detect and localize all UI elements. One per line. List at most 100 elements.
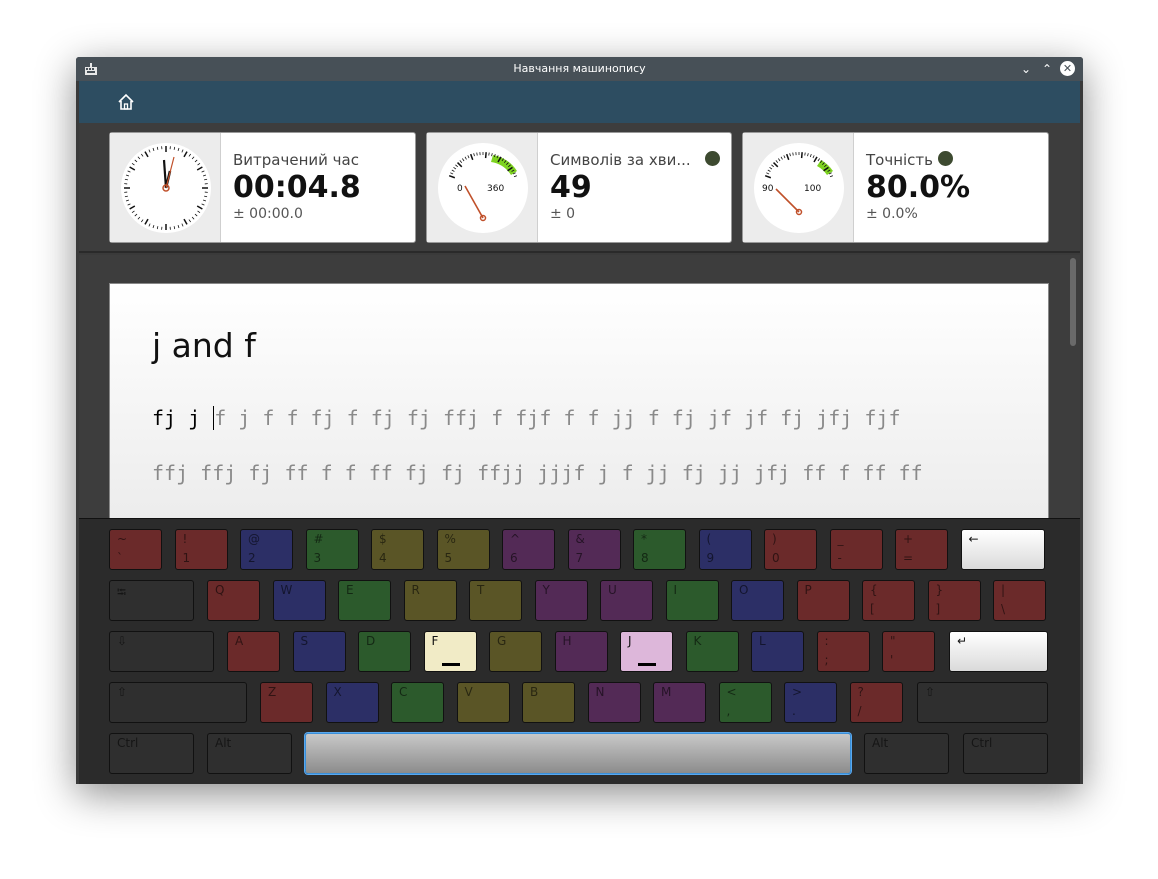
key-label: L	[759, 634, 766, 648]
close-button[interactable]: ✕	[1060, 61, 1075, 76]
key-r4-11-sym[interactable]: ? /	[849, 682, 903, 723]
key-r2-13-sym[interactable]: }]	[927, 580, 981, 621]
key-r2-7-y[interactable]: Y	[534, 580, 588, 621]
key-secondary-label: 8	[641, 551, 649, 565]
key-r4-7-n[interactable]: N	[587, 682, 641, 723]
key-r4-9-sym[interactable]: <,	[718, 682, 772, 723]
key-r1-9-sym[interactable]: * 8	[633, 529, 686, 570]
key-r5-4-alt[interactable]: Alt	[864, 733, 949, 774]
key-r1-10-sym[interactable]: (9	[698, 529, 752, 570]
window-title: Навчання машинопису	[513, 62, 646, 75]
key-r1-6-sym[interactable]: % 5	[436, 529, 490, 570]
key-r3-3-s[interactable]: S	[292, 631, 346, 672]
key-r3-2-a[interactable]: A	[227, 631, 280, 672]
key-label: Ctrl	[117, 736, 139, 750]
key-r4-2-z[interactable]: Z	[260, 682, 313, 723]
key-r2-14-sym[interactable]: | \	[993, 580, 1046, 621]
key-secondary-label: 3	[313, 551, 322, 565]
key-r5-5-ctrl[interactable]: Ctrl	[963, 733, 1048, 774]
key-label: ~	[117, 532, 128, 546]
key-r2-1-sym[interactable]: ⭾	[109, 580, 194, 621]
key-r3-10-l[interactable]: L	[751, 631, 804, 672]
lesson-title: j and f	[152, 326, 256, 365]
key-r4-5-v[interactable]: V	[456, 682, 510, 723]
lesson-area: j and f fj j f j f f fj f fj fj ffj f fj…	[79, 255, 1080, 523]
key-label: W	[280, 583, 293, 597]
key-r3-1-sym[interactable]: ⇩	[109, 631, 214, 672]
key-r4-3-x[interactable]: X	[325, 682, 379, 723]
key-r1-8-sym[interactable]: & 7	[567, 529, 621, 570]
key-r2-2-q[interactable]: Q	[207, 580, 260, 621]
key-r1-3-sym[interactable]: @2	[240, 529, 293, 570]
key-r2-5-r[interactable]: R	[403, 580, 457, 621]
key-label: *	[641, 532, 647, 546]
speed-gauge-min: 0	[457, 184, 463, 194]
key-label: )	[772, 532, 777, 546]
key-r1-4-sym[interactable]: #3	[305, 529, 359, 570]
key-label: #	[313, 532, 324, 546]
key-r1-5-sym[interactable]: $4	[371, 529, 424, 570]
key-r1-7-sym[interactable]: ^ 6	[502, 529, 555, 570]
key-r2-11-p[interactable]: P	[796, 580, 850, 621]
speed-deviation: ± 0	[550, 206, 576, 222]
key-r4-12-sym[interactable]: ⇧	[917, 682, 1048, 723]
key-label: ?	[857, 685, 864, 699]
key-secondary-label: =	[903, 551, 914, 565]
speed-value: 49	[550, 170, 592, 205]
maximize-button[interactable]: ⌃	[1038, 60, 1056, 78]
key-r3-12-sym[interactable]: " '	[882, 631, 935, 672]
current-line: fj j f j f f fj f fj fj ffj f fjf f f jj…	[152, 406, 901, 430]
key-r3-7-h[interactable]: H	[554, 631, 608, 672]
key-r1-1-sym[interactable]: ~ `	[109, 529, 162, 570]
key-label: Ctrl	[971, 736, 993, 750]
speed-gauge-max: 360	[487, 184, 504, 194]
key-label: U	[608, 583, 617, 597]
home-icon[interactable]	[117, 93, 135, 111]
key-r3-13-sym[interactable]: ↵	[949, 631, 1048, 672]
key-r1-13-sym[interactable]: + =	[895, 529, 948, 570]
key-label: {	[870, 583, 878, 597]
vertical-scrollbar[interactable]	[1070, 258, 1076, 346]
key-r2-4-e[interactable]: E	[338, 580, 391, 621]
key-label: Y	[542, 583, 550, 597]
lesson-sheet[interactable]: j and f fj j f j f f fj f fj fj ffj f fj…	[109, 283, 1049, 523]
key-r4-8-m[interactable]: M	[653, 682, 706, 723]
key-secondary-label: [	[870, 602, 875, 616]
key-r4-10-sym[interactable]: >.	[784, 682, 837, 723]
key-r3-5-f[interactable]: F	[423, 631, 477, 672]
key-label: D	[366, 634, 376, 648]
key-r2-3-w[interactable]: W	[272, 580, 326, 621]
key-r5-1-ctrl[interactable]: Ctrl	[109, 733, 194, 774]
key-r2-10-o[interactable]: O	[731, 580, 784, 621]
key-r3-9-k[interactable]: K	[685, 631, 739, 672]
key-label: }	[935, 583, 944, 597]
key-secondary-label: 0	[772, 551, 780, 565]
key-r4-4-c[interactable]: C	[391, 682, 444, 723]
key-r1-11-sym[interactable]: ) 0	[764, 529, 817, 570]
key-r4-6-b[interactable]: B	[522, 682, 575, 723]
key-r2-9-i[interactable]: I	[665, 580, 719, 621]
stats-bar: Витрачений час 00:04.8 ± 00:00.0 0 360 С…	[79, 123, 1080, 253]
key-secondary-label: 5	[444, 551, 453, 565]
minimize-button[interactable]: ⌄	[1017, 60, 1035, 78]
key-label: "	[890, 634, 896, 648]
key-r5-2-alt[interactable]: Alt	[207, 733, 292, 774]
key-r3-4-d[interactable]: D	[358, 631, 411, 672]
speed-indicator-dot	[705, 151, 720, 166]
key-label: J	[628, 634, 632, 648]
key-r5-3-blank[interactable]	[305, 733, 851, 774]
key-r1-12-sym[interactable]: _ -	[829, 529, 883, 570]
key-r3-6-g[interactable]: G	[489, 631, 542, 672]
key-r2-8-u[interactable]: U	[600, 580, 653, 621]
key-r3-11-sym[interactable]: :;	[816, 631, 870, 672]
key-r1-2-sym[interactable]: ! 1	[174, 529, 228, 570]
home-row-bump	[441, 663, 460, 666]
key-r2-12-sym[interactable]: {[	[862, 580, 915, 621]
key-r3-8-j[interactable]: J	[620, 631, 673, 672]
key-secondary-label: 2	[248, 551, 256, 565]
key-r4-1-sym[interactable]: ⇧	[109, 682, 247, 723]
key-secondary-label: \	[1001, 602, 1006, 616]
accuracy-deviation: ± 0.0%	[866, 206, 918, 222]
key-r1-14-sym[interactable]: ←	[960, 529, 1045, 570]
key-r2-6-t[interactable]: T	[469, 580, 522, 621]
